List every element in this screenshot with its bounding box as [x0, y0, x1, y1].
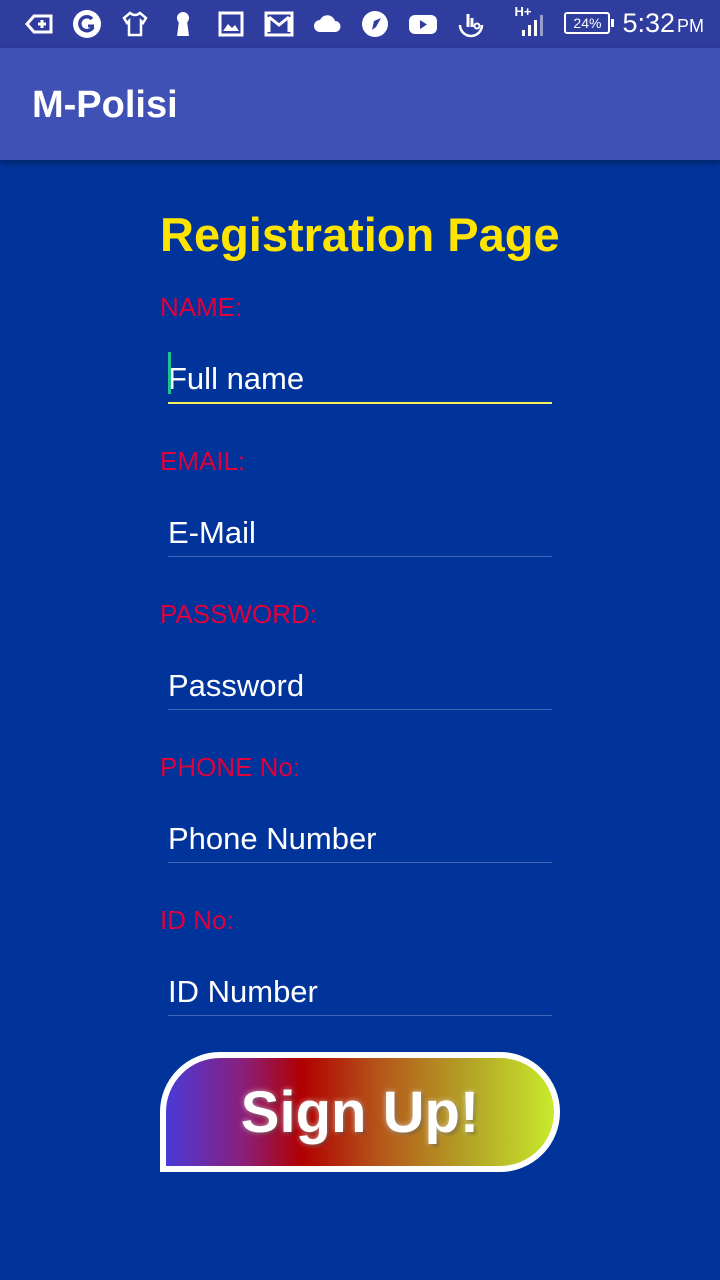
- keyhole-icon: [166, 8, 199, 40]
- compass-icon: [358, 8, 391, 40]
- phone-input[interactable]: [168, 811, 552, 862]
- password-label: PASSWORD:: [160, 599, 317, 629]
- password-field-container: [168, 658, 552, 710]
- phone-label: PHONE No:: [160, 752, 301, 782]
- cloud-icon: [310, 8, 343, 40]
- app-title: M-Polisi: [32, 84, 178, 126]
- email-field-container: [168, 505, 552, 557]
- phone-field-container: [168, 811, 552, 863]
- clock-time: 5:32: [622, 7, 675, 38]
- signal-icon: H+: [514, 4, 552, 40]
- full-name-input[interactable]: [168, 352, 552, 402]
- sign-up-label: Sign Up!: [240, 1079, 480, 1145]
- name-field-container: [168, 352, 552, 404]
- status-bar: H+ 24% 5:32 PM: [0, 0, 720, 48]
- name-label: NAME:: [160, 292, 243, 322]
- touch-icon: [454, 8, 487, 40]
- notification-icons: [22, 8, 487, 40]
- image-icon: [214, 8, 247, 40]
- gmail-icon: [262, 8, 295, 40]
- id-label: ID No:: [160, 905, 234, 935]
- password-input[interactable]: [168, 658, 552, 709]
- text-cursor: [168, 352, 171, 394]
- email-input[interactable]: [168, 505, 552, 556]
- page-title: Registration Page: [160, 208, 560, 261]
- id-field-container: [168, 964, 552, 1016]
- email-label: EMAIL:: [160, 446, 246, 476]
- sign-up-button[interactable]: Sign Up!: [160, 1052, 560, 1172]
- app-bar: M-Polisi: [0, 48, 720, 160]
- clock-ampm: PM: [677, 15, 704, 36]
- refresh-circle-icon: [70, 8, 103, 40]
- shirt-icon: [118, 8, 151, 40]
- clock: 5:32 PM: [622, 8, 704, 39]
- battery-indicator: 24%: [564, 12, 615, 34]
- status-right: H+ 24% 5:32 PM: [514, 4, 704, 40]
- id-number-input[interactable]: [168, 964, 552, 1015]
- back-in-icon: [22, 8, 55, 40]
- youtube-icon: [406, 8, 439, 40]
